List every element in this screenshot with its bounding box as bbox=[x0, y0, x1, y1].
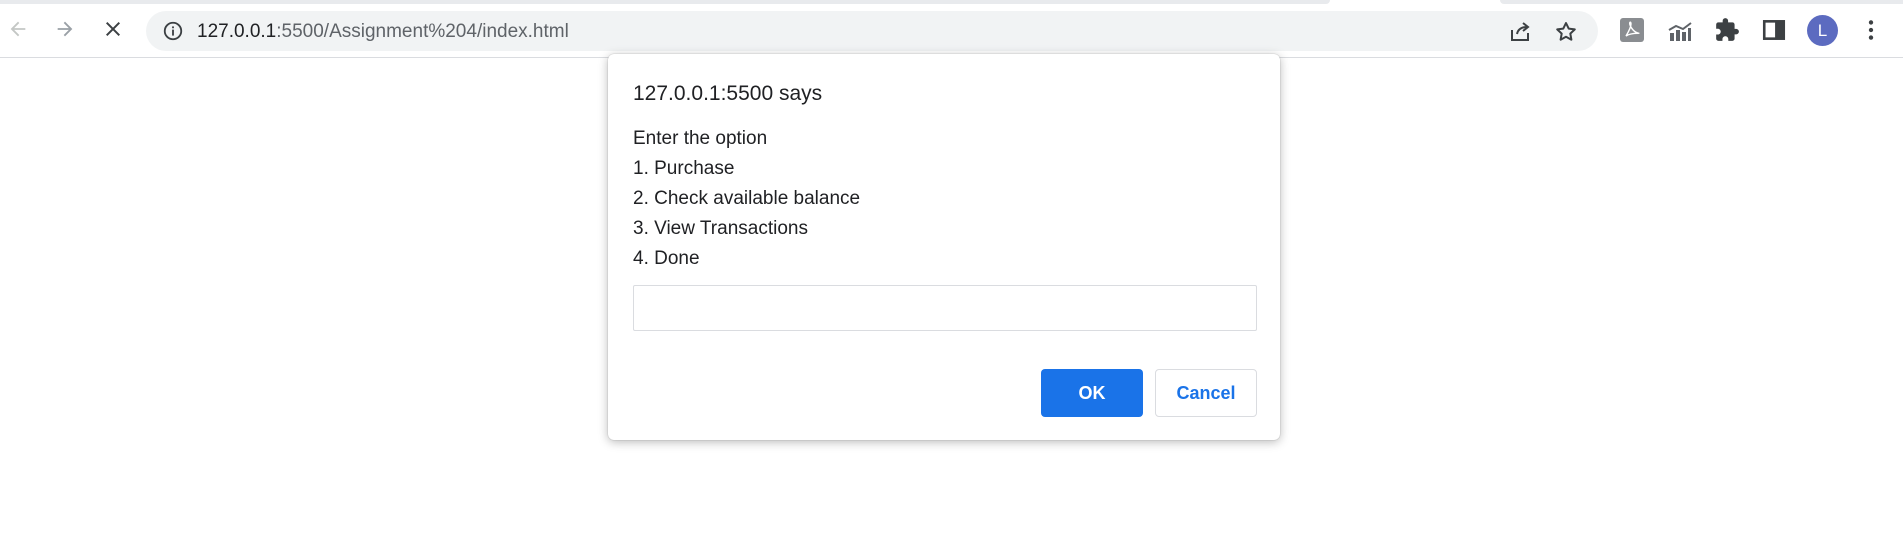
dialog-message: Enter the option 1. Purchase 2. Check av… bbox=[633, 124, 860, 274]
message-line: 4. Done bbox=[633, 248, 700, 269]
message-line: Enter the option bbox=[633, 128, 768, 149]
stop-loading-button[interactable] bbox=[97, 13, 129, 45]
browser-toolbar: 127.0.0.1:5500/Assignment%204/index.html… bbox=[0, 0, 1903, 58]
back-button[interactable] bbox=[2, 13, 34, 45]
dialog-title: 127.0.0.1:5500 says bbox=[633, 82, 823, 105]
chart-icon[interactable] bbox=[1667, 17, 1693, 43]
side-panel-icon[interactable] bbox=[1761, 17, 1787, 43]
tab-strip-edge bbox=[0, 0, 1330, 4]
tab-strip-edge-right bbox=[1500, 0, 1903, 4]
message-line: 1. Purchase bbox=[633, 158, 735, 179]
acrobat-icon[interactable] bbox=[1619, 17, 1645, 43]
forward-button[interactable] bbox=[49, 13, 81, 45]
url-host: 127.0.0.1 bbox=[197, 21, 277, 42]
star-icon[interactable] bbox=[1554, 20, 1578, 44]
prompt-input[interactable] bbox=[633, 285, 1257, 331]
url-text[interactable]: 127.0.0.1:5500/Assignment%204/index.html bbox=[197, 21, 569, 43]
message-line: 3. View Transactions bbox=[633, 218, 808, 239]
puzzle-icon[interactable] bbox=[1714, 17, 1740, 43]
share-icon[interactable] bbox=[1508, 20, 1532, 44]
close-icon bbox=[106, 22, 120, 36]
kebab-menu-icon[interactable] bbox=[1858, 17, 1884, 43]
profile-avatar[interactable]: L bbox=[1807, 15, 1838, 46]
message-line: 2. Check available balance bbox=[633, 188, 861, 209]
ok-button[interactable]: OK bbox=[1041, 369, 1143, 417]
url-path: :5500/Assignment%204/index.html bbox=[276, 21, 569, 42]
forward-arrow-icon bbox=[57, 21, 73, 37]
prompt-dialog: 127.0.0.1:5500 says Enter the option 1. … bbox=[608, 54, 1280, 440]
cancel-button[interactable]: Cancel bbox=[1155, 369, 1257, 417]
info-icon[interactable] bbox=[162, 20, 184, 42]
back-arrow-icon bbox=[10, 21, 26, 37]
address-bar[interactable]: 127.0.0.1:5500/Assignment%204/index.html bbox=[146, 11, 1598, 51]
